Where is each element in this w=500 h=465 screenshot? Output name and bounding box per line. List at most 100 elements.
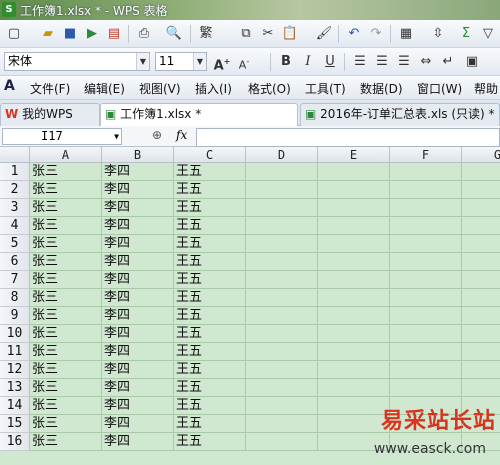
fx-icon[interactable]: fx [176,128,187,142]
name-box[interactable]: I17 ▼ [2,128,122,145]
cell[interactable] [246,361,318,379]
cell[interactable] [318,199,390,217]
cell[interactable]: 张三 [30,199,102,217]
cell[interactable] [462,361,500,379]
cell[interactable] [318,415,390,433]
table-icon[interactable]: ▦ [396,24,416,44]
italic-icon[interactable]: I [298,52,318,72]
align-left-icon[interactable]: ☰ [350,52,370,72]
cell[interactable]: 张三 [30,361,102,379]
merge-center-icon[interactable]: ⇔ [416,52,436,72]
cell[interactable] [318,361,390,379]
cell[interactable] [462,271,500,289]
menu-file[interactable]: 文件(F) [30,80,70,97]
cell[interactable]: 王五 [174,307,246,325]
cell[interactable] [318,343,390,361]
cell[interactable] [390,235,462,253]
cell[interactable]: 张三 [30,289,102,307]
row-header[interactable]: 1 [0,163,30,181]
cell[interactable]: 王五 [174,397,246,415]
cell[interactable] [246,433,318,451]
cell[interactable] [390,361,462,379]
cell[interactable] [318,181,390,199]
font-name-select[interactable]: 宋体 ▼ [4,52,150,71]
column-header-b[interactable]: B [102,147,174,163]
cell[interactable]: 王五 [174,163,246,181]
print-preview-icon[interactable]: 🔍 [164,24,184,44]
column-header-a[interactable]: A [30,147,102,163]
cell[interactable] [390,271,462,289]
cell[interactable]: 王五 [174,433,246,451]
cell[interactable]: 张三 [30,343,102,361]
row-header[interactable]: 5 [0,235,30,253]
cell[interactable]: 李四 [102,235,174,253]
align-center-icon[interactable]: ☰ [372,52,392,72]
menu-tools[interactable]: 工具(T) [305,80,346,97]
cell[interactable]: 王五 [174,253,246,271]
cell[interactable]: 王五 [174,271,246,289]
row-header[interactable]: 16 [0,433,30,451]
row-header[interactable]: 8 [0,289,30,307]
row-header[interactable]: 2 [0,181,30,199]
cell[interactable] [318,397,390,415]
row-header[interactable]: 12 [0,361,30,379]
new-document-icon[interactable]: ▢ [4,24,24,44]
menu-window[interactable]: 窗口(W) [417,80,462,97]
font-size-select[interactable]: 11 ▼ [155,52,207,71]
cell[interactable] [462,235,500,253]
cell[interactable] [390,163,462,181]
cell[interactable]: 王五 [174,325,246,343]
cell[interactable] [246,199,318,217]
row-header[interactable]: 15 [0,415,30,433]
cell[interactable] [462,343,500,361]
cell[interactable] [390,217,462,235]
cell[interactable] [462,289,500,307]
underline-icon[interactable]: U [320,52,340,72]
row-header[interactable]: 13 [0,379,30,397]
row-header[interactable]: 11 [0,343,30,361]
cell[interactable] [318,253,390,271]
cell[interactable]: 张三 [30,163,102,181]
cell[interactable] [390,181,462,199]
cell[interactable] [246,325,318,343]
cell[interactable]: 李四 [102,307,174,325]
export-icon[interactable]: ▶ [82,24,102,44]
cell[interactable]: 张三 [30,415,102,433]
tab-my-wps[interactable]: W 我的WPS [0,103,100,126]
bold-icon[interactable]: B [276,52,296,72]
copy-icon[interactable]: ⧉ [236,24,256,44]
cell[interactable] [462,199,500,217]
cell[interactable]: 王五 [174,217,246,235]
cell[interactable] [246,289,318,307]
cell[interactable] [318,379,390,397]
menu-help[interactable]: 帮助 [474,80,498,97]
cell[interactable]: 李四 [102,271,174,289]
cell[interactable]: 李四 [102,163,174,181]
cell[interactable]: 张三 [30,307,102,325]
cell[interactable]: 李四 [102,397,174,415]
row-header[interactable]: 7 [0,271,30,289]
cell[interactable] [390,199,462,217]
row-header[interactable]: 9 [0,307,30,325]
cell[interactable] [318,289,390,307]
cell[interactable]: 李四 [102,289,174,307]
menu-edit[interactable]: 编辑(E) [84,80,125,97]
cell[interactable]: 王五 [174,415,246,433]
cell[interactable] [462,325,500,343]
cell[interactable]: 张三 [30,181,102,199]
redo-icon[interactable]: ↷ [366,24,386,44]
font-color-icon[interactable]: A [4,78,15,94]
sum-icon[interactable]: Σ [456,24,476,44]
row-header[interactable]: 10 [0,325,30,343]
cut-icon[interactable]: ✂ [258,24,278,44]
cell[interactable] [318,217,390,235]
cell[interactable] [390,289,462,307]
cell[interactable] [390,253,462,271]
open-folder-icon[interactable]: ▰ [38,24,58,44]
cell[interactable] [318,235,390,253]
cell[interactable] [246,397,318,415]
cell[interactable]: 张三 [30,271,102,289]
save-icon[interactable]: ■ [60,24,80,44]
column-header-f[interactable]: F [390,147,462,163]
cell[interactable]: 李四 [102,433,174,451]
